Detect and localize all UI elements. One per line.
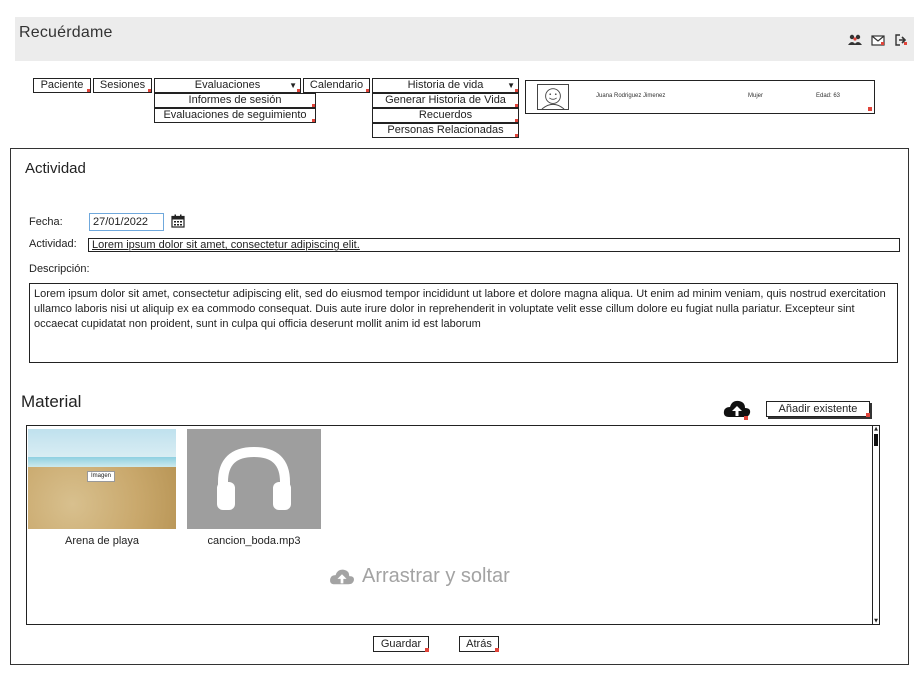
activity-panel: Actividad Fecha: 27/01/2022 Actividad: L…	[10, 148, 909, 665]
menu-item-personas-relacionadas[interactable]: Personas Relacionadas	[372, 123, 519, 138]
activity-label: Actividad:	[29, 238, 77, 250]
menu-item-evaluaciones-seguimiento[interactable]: Evaluaciones de seguimiento	[154, 108, 316, 123]
date-label: Fecha:	[29, 216, 63, 228]
patient-gender: Mujer	[748, 93, 764, 99]
material-title: Material	[21, 392, 82, 411]
scroll-thumb[interactable]	[874, 434, 878, 446]
patient-age: Edad: 63	[816, 93, 841, 99]
mail-icon[interactable]	[871, 33, 885, 47]
drop-zone[interactable]: Arrastrar y soltar	[328, 565, 510, 588]
menu-item-recuerdos[interactable]: Recuerdos	[372, 108, 519, 123]
description-label: Descripción:	[29, 263, 90, 275]
nav-historia-de-vida[interactable]: Historia de vida ▼	[372, 78, 519, 93]
audio-thumbnail	[187, 429, 321, 529]
save-button[interactable]: Guardar	[373, 636, 429, 652]
nav-calendario[interactable]: Calendario	[303, 78, 370, 93]
headphones-icon	[217, 446, 291, 510]
calendar-icon[interactable]	[171, 214, 185, 228]
nav-evaluaciones-label: Evaluaciones	[194, 79, 261, 91]
date-field[interactable]: 27/01/2022	[89, 213, 164, 231]
drop-zone-label: Arrastrar y soltar	[362, 565, 510, 587]
nav-evaluaciones[interactable]: Evaluaciones ▼	[154, 78, 301, 93]
activity-field[interactable]: Lorem ipsum dolor sit amet, consectetur …	[88, 238, 900, 252]
scroll-down-icon[interactable]: ▼	[873, 618, 879, 624]
avatar-icon	[537, 84, 569, 110]
patient-name: Juana Rodriguez Jimenez	[596, 93, 666, 99]
beach-image: Imagen	[28, 429, 176, 529]
nav-historia-label: Historia de vida	[407, 79, 484, 91]
nav-sesiones[interactable]: Sesiones	[93, 78, 152, 93]
patient-card[interactable]: Juana Rodriguez Jimenez Mujer Edad: 63	[525, 80, 875, 114]
top-bar: Recuérdame	[15, 17, 914, 61]
cloud-upload-icon[interactable]	[722, 398, 752, 420]
scroll-up-icon[interactable]: ▲	[873, 426, 879, 432]
description-field[interactable]: Lorem ipsum dolor sit amet, consectetur …	[29, 283, 898, 363]
material-item-audio[interactable]: cancion_boda.mp3	[187, 429, 321, 547]
add-existing-button[interactable]: Añadir existente	[766, 401, 870, 417]
material-caption: Arena de playa	[65, 535, 139, 547]
menu-item-generar-historia[interactable]: Generar Historia de Vida	[372, 93, 519, 108]
back-button[interactable]: Atrás	[459, 636, 499, 652]
nav-paciente[interactable]: Paciente	[33, 78, 91, 93]
cloud-upload-icon	[330, 569, 354, 584]
menu-item-informes-sesion[interactable]: Informes de sesión	[154, 93, 316, 108]
logout-icon[interactable]	[894, 33, 908, 47]
activity-title: Actividad	[25, 160, 86, 177]
header-icons	[848, 33, 908, 47]
material-caption: cancion_boda.mp3	[207, 535, 301, 547]
dropdown-caret-icon: ▼	[507, 81, 515, 90]
image-tag: Imagen	[87, 471, 116, 482]
users-icon[interactable]	[848, 33, 862, 47]
app-title: Recuérdame	[19, 24, 113, 41]
vertical-scrollbar[interactable]: ▲ ▼	[872, 425, 880, 625]
material-list: Imagen Arena de playa cancion_boda.mp3 A…	[26, 425, 880, 625]
dropdown-caret-icon: ▼	[289, 81, 297, 90]
material-item-image[interactable]: Imagen Arena de playa	[28, 429, 176, 547]
